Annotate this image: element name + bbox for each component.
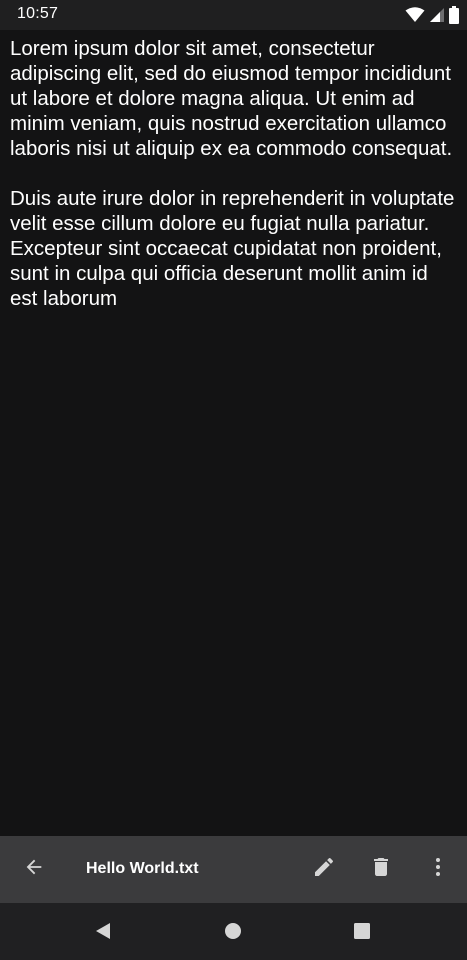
paragraph: Duis aute irure dolor in reprehenderit i… bbox=[10, 187, 455, 310]
status-bar: 10:57 bbox=[0, 0, 467, 30]
nav-back-triangle-icon bbox=[93, 921, 113, 946]
file-title: Hello World.txt bbox=[86, 860, 199, 877]
status-time: 10:57 bbox=[17, 5, 59, 22]
nav-home-button[interactable] bbox=[213, 913, 253, 953]
nav-home-circle-icon bbox=[223, 921, 243, 946]
back-button[interactable] bbox=[10, 836, 58, 903]
status-icons bbox=[405, 6, 459, 24]
edit-pencil-icon bbox=[312, 855, 336, 884]
back-arrow-icon bbox=[23, 856, 45, 883]
system-navigation-bar bbox=[0, 903, 467, 960]
bottom-toolbar: Hello World.txt bbox=[0, 836, 467, 903]
wifi-icon bbox=[405, 7, 425, 23]
nav-recents-button[interactable] bbox=[342, 913, 382, 953]
delete-trash-icon bbox=[369, 855, 393, 884]
nav-recents-square-icon bbox=[352, 921, 372, 946]
document-content[interactable]: Lorem ipsum dolor sit amet, consectetur … bbox=[10, 36, 460, 336]
more-vert-icon bbox=[426, 855, 450, 884]
delete-button[interactable] bbox=[357, 836, 405, 903]
battery-icon bbox=[449, 6, 459, 24]
cellular-signal-icon bbox=[429, 7, 445, 23]
edit-button[interactable] bbox=[300, 836, 348, 903]
nav-back-button[interactable] bbox=[83, 913, 123, 953]
paragraph: Lorem ipsum dolor sit amet, consectetur … bbox=[10, 37, 453, 160]
more-options-button[interactable] bbox=[414, 836, 462, 903]
